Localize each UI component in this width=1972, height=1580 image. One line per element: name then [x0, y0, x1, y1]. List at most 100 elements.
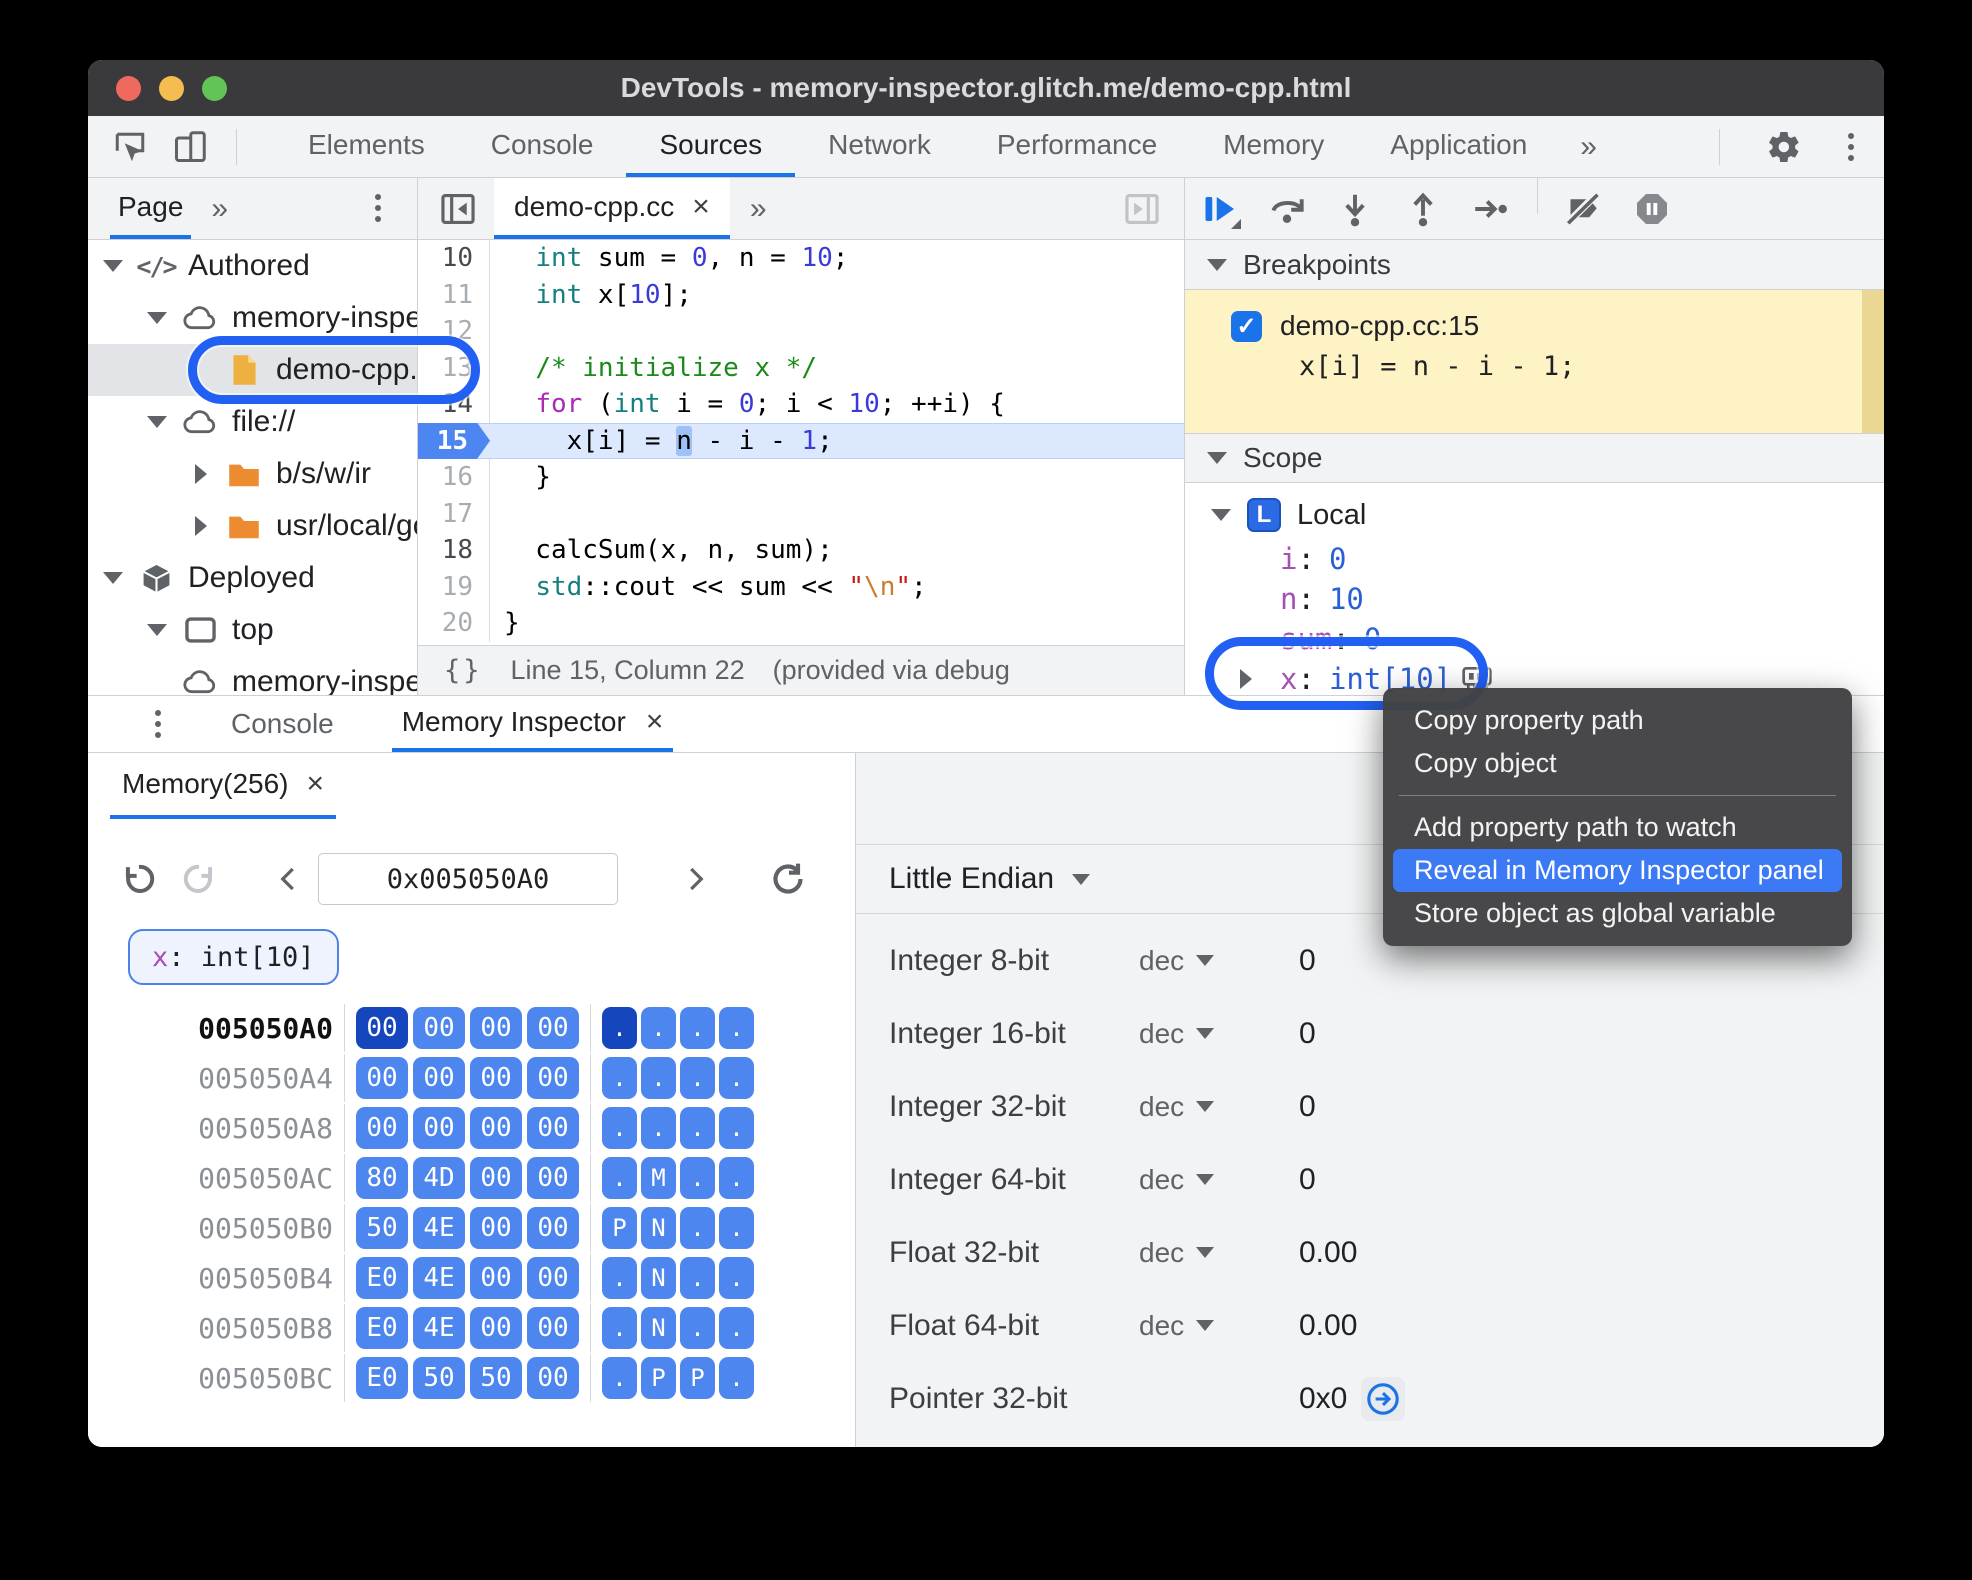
- byte-cell[interactable]: 00: [527, 1157, 579, 1199]
- byte-cell[interactable]: 4D: [413, 1157, 465, 1199]
- byte-cell[interactable]: 00: [470, 1307, 522, 1349]
- close-tab-icon[interactable]: ×: [306, 767, 324, 801]
- next-page-chevron-icon[interactable]: [680, 864, 710, 894]
- ascii-cell[interactable]: .: [641, 1007, 676, 1049]
- ascii-cell[interactable]: .: [719, 1207, 754, 1249]
- byte-cell[interactable]: 00: [413, 1057, 465, 1099]
- byte-cell[interactable]: 00: [527, 1107, 579, 1149]
- tab-performance[interactable]: Performance: [964, 116, 1190, 177]
- minimize-window-button[interactable]: [159, 75, 184, 101]
- scope-local-row[interactable]: L Local: [1185, 491, 1884, 539]
- ascii-cell[interactable]: .: [602, 1007, 637, 1049]
- line-number[interactable]: 10: [418, 240, 490, 277]
- menu-item-reveal-in-memory-inspector-panel[interactable]: Reveal in Memory Inspector panel: [1393, 849, 1842, 892]
- format-select[interactable]: dec: [1139, 945, 1299, 977]
- byte-cell[interactable]: 00: [470, 1057, 522, 1099]
- tab-console[interactable]: Console: [221, 696, 344, 752]
- menu-item-copy-object[interactable]: Copy object: [1393, 742, 1842, 785]
- format-select[interactable]: dec: [1139, 1237, 1299, 1269]
- ascii-cell[interactable]: M: [641, 1157, 676, 1199]
- hex-row-005050A0[interactable]: 005050A0 00 00 00 00....: [88, 1003, 855, 1053]
- ascii-cell[interactable]: .: [680, 1007, 715, 1049]
- ascii-cell[interactable]: .: [719, 1357, 754, 1399]
- code-line-19[interactable]: 19 std::cout << sum << "\n";: [418, 568, 1184, 605]
- jump-to-address-icon[interactable]: [1361, 1376, 1406, 1421]
- hide-navigator-icon[interactable]: [432, 178, 484, 239]
- tree-item-authored[interactable]: </> Authored: [88, 240, 417, 292]
- navigator-kebab-icon[interactable]: [363, 194, 393, 222]
- step-out-icon[interactable]: [1389, 178, 1457, 239]
- tree-item-top[interactable]: top: [88, 604, 417, 656]
- byte-cell[interactable]: 00: [413, 1107, 465, 1149]
- ascii-cell[interactable]: .: [602, 1357, 637, 1399]
- tree-item-usr-local-google-ho[interactable]: usr/local/google/ho: [88, 500, 417, 552]
- menu-item-copy-property-path[interactable]: Copy property path: [1393, 699, 1842, 742]
- tree-item-memory-inspector-glitch-me[interactable]: memory-inspector.glitch.me: [88, 656, 417, 695]
- code-line-14[interactable]: 14 for (int i = 0; i < 10; ++i) {: [418, 386, 1184, 423]
- source-code-editor[interactable]: 10 int sum = 0, n = 10; 11 int x[10]; 12 13…: [418, 240, 1184, 645]
- menu-item-store-object-as-global-variable[interactable]: Store object as global variable: [1393, 892, 1842, 935]
- byte-cell[interactable]: 00: [470, 1107, 522, 1149]
- code-line-17[interactable]: 17: [418, 495, 1184, 532]
- ascii-cell[interactable]: .: [602, 1307, 637, 1349]
- line-number[interactable]: 11: [418, 276, 490, 313]
- show-debugger-icon[interactable]: [1116, 190, 1168, 228]
- scope-section-header[interactable]: Scope: [1185, 433, 1884, 483]
- pause-on-exceptions-icon[interactable]: [1618, 178, 1686, 239]
- breakpoints-section-header[interactable]: Breakpoints: [1185, 240, 1884, 290]
- step-over-icon[interactable]: [1253, 178, 1321, 239]
- byte-cell[interactable]: 50: [413, 1357, 465, 1399]
- step-into-icon[interactable]: [1321, 178, 1389, 239]
- byte-cell[interactable]: 4E: [413, 1257, 465, 1299]
- ascii-cell[interactable]: N: [641, 1307, 676, 1349]
- menu-item-add-property-path-to-watch[interactable]: Add property path to watch: [1393, 806, 1842, 849]
- ascii-cell[interactable]: .: [680, 1307, 715, 1349]
- ascii-cell[interactable]: .: [680, 1207, 715, 1249]
- byte-cell[interactable]: 00: [413, 1007, 465, 1049]
- tree-item-deployed[interactable]: Deployed: [88, 552, 417, 604]
- tab-memory[interactable]: Memory: [1190, 116, 1357, 177]
- code-line-11[interactable]: 11 int x[10];: [418, 276, 1184, 313]
- ascii-cell[interactable]: .: [719, 1307, 754, 1349]
- byte-cell[interactable]: 00: [527, 1257, 579, 1299]
- ascii-cell[interactable]: .: [602, 1057, 637, 1099]
- format-select[interactable]: dec: [1139, 1164, 1299, 1196]
- code-line-13[interactable]: 13 /* initialize x */: [418, 349, 1184, 386]
- address-input[interactable]: [318, 853, 618, 905]
- ascii-cell[interactable]: N: [641, 1257, 676, 1299]
- byte-cell[interactable]: 50: [356, 1207, 408, 1249]
- byte-cell[interactable]: 00: [470, 1157, 522, 1199]
- refresh-icon[interactable]: [768, 859, 808, 899]
- code-line-16[interactable]: 16 }: [418, 459, 1184, 496]
- format-select[interactable]: dec: [1139, 1310, 1299, 1342]
- tab-elements[interactable]: Elements: [275, 116, 458, 177]
- byte-cell[interactable]: 00: [470, 1207, 522, 1249]
- resume-script-icon[interactable]: [1185, 178, 1253, 239]
- hex-row-005050BC[interactable]: 005050BC E0 50 50 00. P P.: [88, 1353, 855, 1403]
- line-number[interactable]: 19: [418, 568, 490, 605]
- line-number[interactable]: 20: [418, 605, 490, 642]
- device-toolbar-icon[interactable]: [164, 129, 216, 165]
- tab-console[interactable]: Console: [458, 116, 627, 177]
- close-window-button[interactable]: [116, 75, 141, 101]
- byte-cell[interactable]: 00: [527, 1307, 579, 1349]
- code-line-15[interactable]: 15 x[i] = n - i - 1;: [418, 422, 1184, 459]
- byte-cell[interactable]: E0: [356, 1257, 408, 1299]
- more-navigator-tabs-button[interactable]: »: [191, 178, 248, 239]
- ascii-cell[interactable]: P: [602, 1207, 637, 1249]
- hex-row-005050AC[interactable]: 005050AC 80 4D 00 00. M..: [88, 1153, 855, 1203]
- hex-row-005050B4[interactable]: 005050B4 E0 4E 00 00. N..: [88, 1253, 855, 1303]
- tab-memory-256[interactable]: Memory(256) ×: [110, 753, 337, 819]
- byte-cell[interactable]: 00: [470, 1007, 522, 1049]
- ascii-cell[interactable]: .: [641, 1107, 676, 1149]
- tab-network[interactable]: Network: [795, 116, 964, 177]
- byte-cell[interactable]: 00: [356, 1007, 408, 1049]
- settings-gear-icon[interactable]: [1758, 129, 1810, 165]
- byte-cell[interactable]: 00: [356, 1057, 408, 1099]
- pretty-print-icon[interactable]: {}: [444, 655, 483, 686]
- ascii-cell[interactable]: .: [719, 1257, 754, 1299]
- ascii-cell[interactable]: .: [602, 1257, 637, 1299]
- ascii-cell[interactable]: .: [602, 1107, 637, 1149]
- ascii-cell[interactable]: .: [719, 1007, 754, 1049]
- byte-cell[interactable]: E0: [356, 1307, 408, 1349]
